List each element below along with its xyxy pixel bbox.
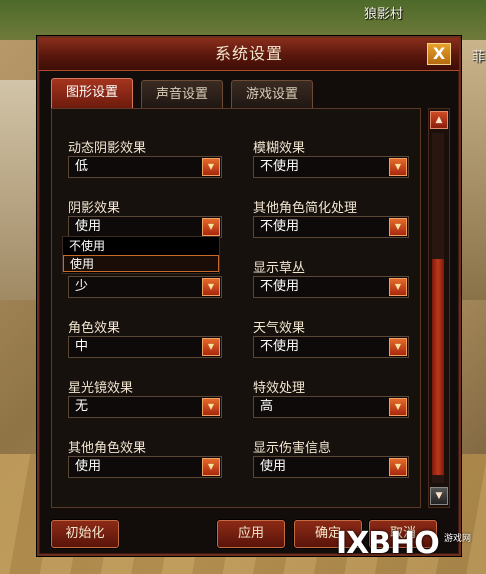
vertical-scrollbar[interactable]: ▲ ▼: [428, 108, 450, 508]
dropdown-value: 低: [75, 159, 89, 174]
title-bar[interactable]: 系统设置 X: [39, 38, 459, 71]
tab-game[interactable]: 游戏设置: [231, 80, 313, 109]
dynamic-shadow-dropdown[interactable]: 低 ▼: [68, 156, 222, 178]
dropdown-value: 中: [75, 339, 89, 354]
character-effect-dropdown[interactable]: 中 ▼: [68, 336, 222, 358]
close-button[interactable]: X: [427, 43, 451, 65]
dynamic-shadow-label: 动态阴影效果: [68, 141, 147, 156]
chevron-down-icon[interactable]: ▼: [202, 218, 220, 236]
system-settings-dialog: 系统设置 X 图形设置 声音设置 游戏设置 动态阴影效果 低 ▼ 阴影效果 使用…: [37, 36, 461, 556]
damage-info-label: 显示伤害信息: [253, 441, 332, 456]
dropdown-value: 高: [260, 399, 274, 414]
chevron-down-icon[interactable]: ▼: [389, 218, 407, 236]
chevron-down-icon[interactable]: ▼: [202, 158, 220, 176]
dropdown-value: 少: [75, 279, 89, 294]
scroll-up-button[interactable]: ▲: [430, 111, 448, 129]
dialog-title: 系统设置: [214, 44, 283, 63]
tab-sound[interactable]: 声音设置: [141, 80, 223, 109]
tab-graphics[interactable]: 图形设置: [51, 78, 133, 109]
blur-dropdown[interactable]: 不使用 ▼: [253, 156, 409, 178]
apply-button[interactable]: 应用: [217, 520, 285, 548]
damage-info-dropdown[interactable]: 使用 ▼: [253, 456, 409, 478]
weather-label: 天气效果: [253, 321, 306, 336]
chevron-down-icon[interactable]: ▼: [202, 338, 220, 356]
chevron-down-icon[interactable]: ▼: [389, 338, 407, 356]
chevron-down-icon[interactable]: ▼: [389, 278, 407, 296]
show-grass-label: 显示草丛: [253, 261, 306, 276]
dropdown-value: 不使用: [260, 219, 300, 234]
weather-dropdown[interactable]: 不使用 ▼: [253, 336, 409, 358]
dropdown-value: 使用: [75, 459, 102, 474]
dropdown-value: 使用: [75, 219, 102, 234]
scroll-thumb[interactable]: [432, 259, 444, 475]
dropdown-value: 不使用: [260, 279, 300, 294]
effects-processing-label: 特效处理: [253, 381, 306, 396]
dropdown-value: 不使用: [260, 159, 300, 174]
simplify-other-dropdown[interactable]: 不使用 ▼: [253, 216, 409, 238]
blur-label: 模糊效果: [253, 141, 306, 156]
simplify-other-label: 其他角色简化处理: [253, 201, 358, 216]
chevron-down-icon[interactable]: ▼: [389, 458, 407, 476]
edge-text: 菲: [472, 50, 486, 65]
show-grass-dropdown[interactable]: 不使用 ▼: [253, 276, 409, 298]
watermark: IXBHO: [336, 526, 440, 561]
chevron-down-icon[interactable]: ▼: [202, 398, 220, 416]
dropdown-value: 不使用: [260, 339, 300, 354]
starlight-dropdown[interactable]: 无 ▼: [68, 396, 222, 418]
chevron-down-icon[interactable]: ▼: [389, 158, 407, 176]
option-use[interactable]: 使用: [63, 255, 219, 272]
watermark-sub: 游戏网: [444, 534, 472, 544]
character-effect-label: 角色效果: [68, 321, 121, 336]
shadow-dropdown-options: 不使用 使用: [62, 236, 220, 274]
option-not-use[interactable]: 不使用: [63, 238, 219, 255]
effects-processing-dropdown[interactable]: 高 ▼: [253, 396, 409, 418]
starlight-label: 星光镜效果: [68, 381, 134, 396]
other-character-effect-label: 其他角色效果: [68, 441, 147, 456]
dropdown-value: 使用: [260, 459, 287, 474]
settings-panel: 动态阴影效果 低 ▼ 阴影效果 使用 ▼ 少 ▼ 角色效果 中 ▼ 星光镜效果 …: [51, 108, 421, 508]
chevron-down-icon[interactable]: ▼: [202, 278, 220, 296]
misc-quantity-dropdown[interactable]: 少 ▼: [68, 276, 222, 298]
shadow-label: 阴影效果: [68, 201, 121, 216]
village-name: 狼影村: [364, 7, 404, 22]
dropdown-value: 无: [75, 399, 89, 414]
other-character-effect-dropdown[interactable]: 使用 ▼: [68, 456, 222, 478]
init-button[interactable]: 初始化: [51, 520, 119, 548]
chevron-down-icon[interactable]: ▼: [389, 398, 407, 416]
scroll-down-button[interactable]: ▼: [430, 487, 448, 505]
shadow-dropdown[interactable]: 使用 ▼: [68, 216, 222, 238]
chevron-down-icon[interactable]: ▼: [202, 458, 220, 476]
